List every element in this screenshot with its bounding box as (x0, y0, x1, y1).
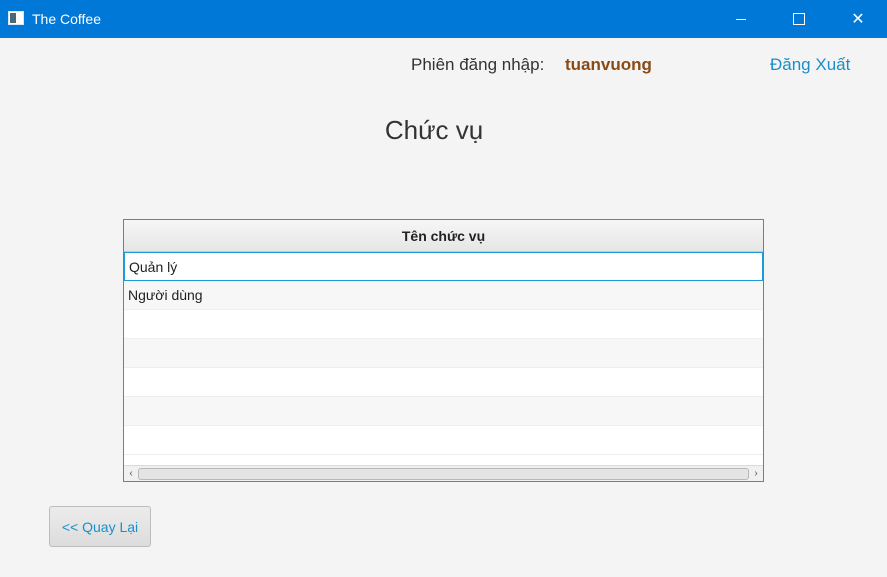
scrollbar-thumb[interactable] (138, 468, 749, 480)
close-button[interactable]: ✕ (829, 0, 887, 38)
minimize-icon (736, 18, 746, 20)
table-row[interactable] (124, 368, 763, 397)
positions-table[interactable]: Tên chức vụ Quản lý Người dùng ‹ › (123, 219, 764, 482)
window-title: The Coffee (32, 11, 102, 27)
table-row[interactable] (124, 310, 763, 339)
window-titlebar[interactable]: The Coffee ✕ (0, 0, 887, 38)
app-icon (8, 11, 24, 25)
horizontal-scrollbar[interactable]: ‹ › (124, 465, 763, 481)
logout-link[interactable]: Đăng Xuất (770, 55, 850, 75)
session-username: tuanvuong (565, 55, 652, 74)
table-row[interactable] (124, 339, 763, 368)
table-row[interactable] (124, 426, 763, 455)
table-row[interactable]: Quản lý (124, 252, 763, 281)
scroll-right-icon[interactable]: › (749, 467, 763, 480)
maximize-button[interactable] (770, 0, 828, 38)
session-label: Phiên đăng nhập: (411, 55, 545, 74)
close-icon: ✕ (851, 11, 865, 28)
minimize-button[interactable] (712, 0, 770, 38)
table-row[interactable]: Người dùng (124, 281, 763, 310)
scroll-left-icon[interactable]: ‹ (124, 467, 138, 480)
back-button[interactable]: << Quay Lại (49, 506, 151, 547)
page-title: Chức vụ (384, 115, 484, 145)
table-row[interactable] (124, 397, 763, 426)
column-header-position-name[interactable]: Tên chức vụ (124, 220, 763, 252)
maximize-icon (793, 13, 805, 25)
